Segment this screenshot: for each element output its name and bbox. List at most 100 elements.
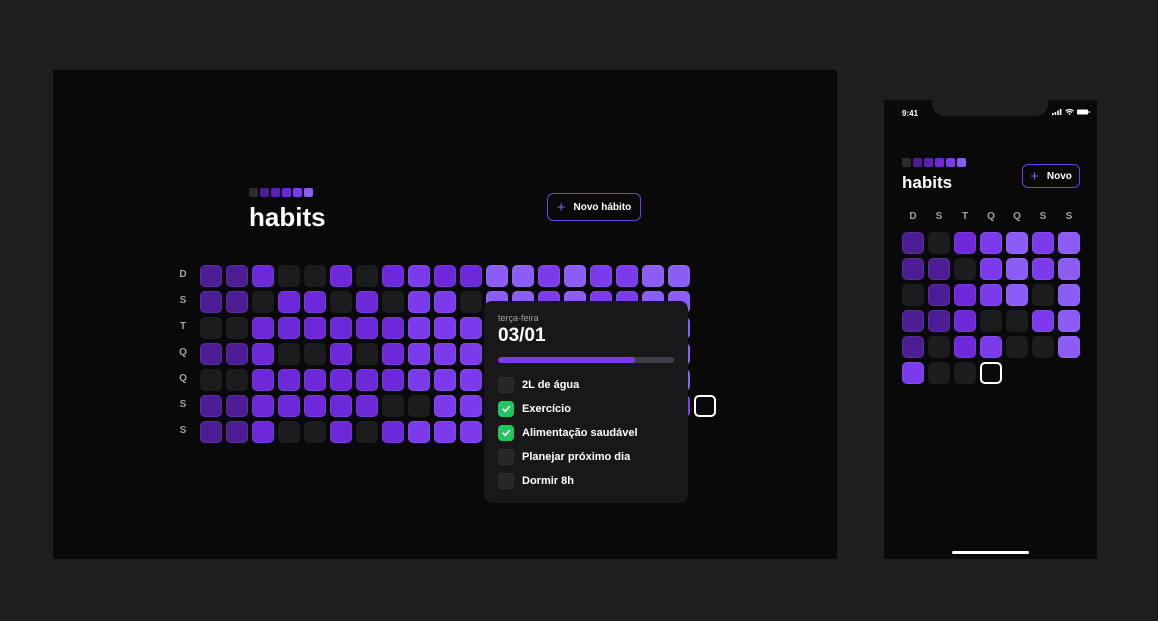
habit-day-cell[interactable] <box>382 291 404 313</box>
habit-day-cell[interactable] <box>278 265 300 287</box>
habit-day-cell[interactable] <box>1032 258 1054 280</box>
habit-day-cell[interactable] <box>954 284 976 306</box>
habit-day-cell[interactable] <box>226 395 248 417</box>
habit-day-cell[interactable] <box>252 395 274 417</box>
habit-day-cell[interactable] <box>954 232 976 254</box>
habit-day-cell[interactable] <box>434 291 456 313</box>
habit-day-cell[interactable] <box>902 336 924 358</box>
habit-day-cell[interactable] <box>434 317 456 339</box>
habit-day-cell[interactable] <box>434 421 456 443</box>
habit-day-cell[interactable] <box>1006 336 1028 358</box>
habit-day-cell[interactable] <box>226 343 248 365</box>
habit-day-cell[interactable] <box>252 421 274 443</box>
habit-day-cell[interactable] <box>304 369 326 391</box>
habit-day-cell[interactable] <box>460 317 482 339</box>
habit-day-cell[interactable] <box>408 291 430 313</box>
today-cell[interactable] <box>980 362 1002 384</box>
habit-day-cell[interactable] <box>902 310 924 332</box>
habit-day-cell[interactable] <box>460 395 482 417</box>
habit-day-cell[interactable] <box>1006 310 1028 332</box>
habit-day-cell[interactable] <box>564 265 586 287</box>
habit-day-cell[interactable] <box>408 395 430 417</box>
habit-day-cell[interactable] <box>278 369 300 391</box>
habit-day-cell[interactable] <box>356 265 378 287</box>
habit-checklist-item[interactable]: Alimentação saudável <box>498 421 674 445</box>
habit-day-cell[interactable] <box>252 291 274 313</box>
habit-day-cell[interactable] <box>252 265 274 287</box>
habit-day-cell[interactable] <box>928 284 950 306</box>
habit-day-cell[interactable] <box>1032 336 1054 358</box>
habit-day-cell[interactable] <box>616 265 638 287</box>
habit-day-cell[interactable] <box>434 369 456 391</box>
habit-day-cell[interactable] <box>642 265 664 287</box>
habit-day-cell[interactable] <box>1058 336 1080 358</box>
habit-day-cell[interactable] <box>928 232 950 254</box>
habit-day-cell[interactable] <box>954 258 976 280</box>
habit-day-cell[interactable] <box>200 395 222 417</box>
habit-day-cell[interactable] <box>902 258 924 280</box>
habit-day-cell[interactable] <box>226 291 248 313</box>
new-habit-button[interactable]: + Novo hábito <box>547 193 641 221</box>
habit-day-cell[interactable] <box>538 265 560 287</box>
habit-day-cell[interactable] <box>1032 232 1054 254</box>
habit-day-cell[interactable] <box>1058 232 1080 254</box>
habit-day-cell[interactable] <box>304 343 326 365</box>
habit-checkbox[interactable] <box>498 377 514 393</box>
habit-day-cell[interactable] <box>200 343 222 365</box>
habit-day-cell[interactable] <box>1058 284 1080 306</box>
habit-day-cell[interactable] <box>382 395 404 417</box>
habit-day-cell[interactable] <box>330 395 352 417</box>
habit-day-cell[interactable] <box>1006 232 1028 254</box>
habit-day-cell[interactable] <box>200 291 222 313</box>
habit-day-cell[interactable] <box>980 336 1002 358</box>
habit-day-cell[interactable] <box>486 265 508 287</box>
habit-day-cell[interactable] <box>356 291 378 313</box>
habit-day-cell[interactable] <box>382 369 404 391</box>
habit-day-cell[interactable] <box>356 369 378 391</box>
habit-day-cell[interactable] <box>408 421 430 443</box>
habit-day-cell[interactable] <box>1032 284 1054 306</box>
habit-day-cell[interactable] <box>460 291 482 313</box>
habit-day-cell[interactable] <box>304 291 326 313</box>
habit-day-cell[interactable] <box>278 317 300 339</box>
habit-day-cell[interactable] <box>304 265 326 287</box>
habit-day-cell[interactable] <box>954 362 976 384</box>
habit-day-cell[interactable] <box>460 265 482 287</box>
habit-day-cell[interactable] <box>512 265 534 287</box>
habit-day-cell[interactable] <box>590 265 612 287</box>
habit-day-cell[interactable] <box>980 258 1002 280</box>
habit-day-cell[interactable] <box>928 362 950 384</box>
habit-day-cell[interactable] <box>330 421 352 443</box>
habit-checklist-item[interactable]: Dormir 8h <box>498 469 674 493</box>
habit-day-cell[interactable] <box>928 258 950 280</box>
habit-day-cell[interactable] <box>304 317 326 339</box>
habit-day-cell[interactable] <box>460 343 482 365</box>
habit-day-cell[interactable] <box>460 369 482 391</box>
habit-day-cell[interactable] <box>902 284 924 306</box>
habit-day-cell[interactable] <box>382 421 404 443</box>
habit-day-cell[interactable] <box>1058 310 1080 332</box>
habit-checkbox[interactable] <box>498 449 514 465</box>
habit-day-cell[interactable] <box>954 310 976 332</box>
habit-day-cell[interactable] <box>434 343 456 365</box>
habit-day-cell[interactable] <box>226 317 248 339</box>
habit-day-cell[interactable] <box>200 265 222 287</box>
habit-day-cell[interactable] <box>382 265 404 287</box>
habit-day-cell[interactable] <box>330 291 352 313</box>
habit-day-cell[interactable] <box>252 343 274 365</box>
habit-day-cell[interactable] <box>382 343 404 365</box>
habit-day-cell[interactable] <box>408 317 430 339</box>
habit-day-cell[interactable] <box>278 343 300 365</box>
habit-day-cell[interactable] <box>434 395 456 417</box>
habit-day-cell[interactable] <box>902 232 924 254</box>
habit-checklist-item[interactable]: 2L de água <box>498 373 674 397</box>
habit-day-cell[interactable] <box>278 421 300 443</box>
habit-checklist-item[interactable]: Exercício <box>498 397 674 421</box>
new-habit-button[interactable]: + Novo <box>1022 164 1080 188</box>
habit-day-cell[interactable] <box>382 317 404 339</box>
habit-day-cell[interactable] <box>200 421 222 443</box>
habit-day-cell[interactable] <box>304 421 326 443</box>
habit-checkbox[interactable] <box>498 401 514 417</box>
habit-day-cell[interactable] <box>980 284 1002 306</box>
habit-day-cell[interactable] <box>980 232 1002 254</box>
